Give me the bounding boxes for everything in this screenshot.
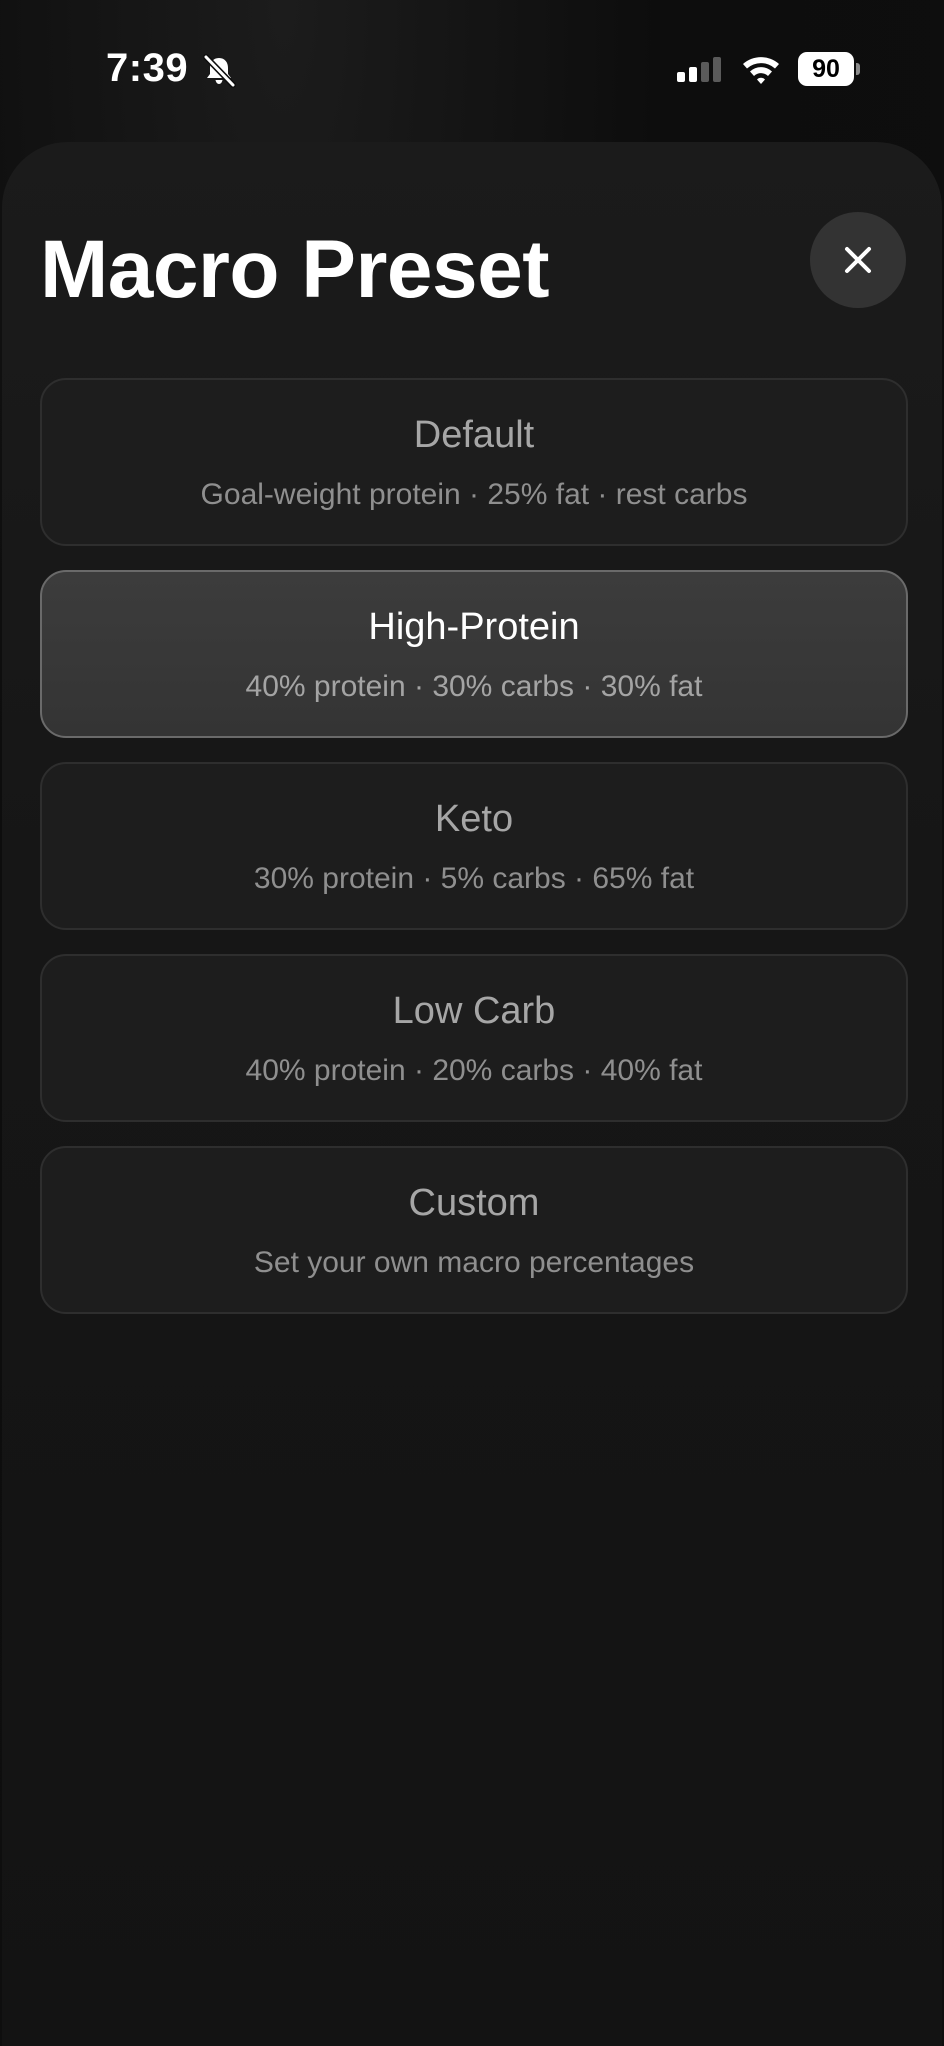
battery-cap [856, 63, 860, 75]
preset-title: High-Protein [368, 606, 580, 648]
status-time: 7:39 [106, 46, 189, 90]
screen: 7:39 90 Macro Preset Default Goal-weight… [0, 0, 944, 2046]
bell-slash-icon [203, 54, 236, 88]
preset-description: 40% protein · 20% carbs · 40% fat [245, 1054, 703, 1087]
close-button[interactable] [810, 212, 906, 308]
close-icon [845, 247, 871, 273]
preset-option-custom[interactable]: Custom Set your own macro percentages [40, 1146, 908, 1314]
battery-level: 90 [798, 52, 854, 86]
preset-description: Set your own macro percentages [253, 1246, 695, 1279]
wifi-icon [743, 57, 779, 84]
preset-option-high-protein[interactable]: High-Protein 40% protein · 30% carbs · 3… [40, 570, 908, 738]
macro-preset-sheet: Macro Preset Default Goal-weight protein… [2, 142, 942, 2046]
preset-title: Keto [434, 798, 514, 840]
preset-option-keto[interactable]: Keto 30% protein · 5% carbs · 65% fat [40, 762, 908, 930]
preset-title: Custom [408, 1182, 540, 1224]
cellular-signal-icon [677, 57, 721, 82]
preset-title: Default [413, 414, 535, 456]
preset-description: 30% protein · 5% carbs · 65% fat [253, 862, 695, 895]
preset-description: 40% protein · 30% carbs · 30% fat [245, 670, 703, 703]
preset-title: Low Carb [392, 990, 556, 1032]
battery-icon: 90 [798, 52, 860, 86]
preset-list: Default Goal-weight protein · 25% fat · … [40, 378, 908, 1338]
preset-description: Goal-weight protein · 25% fat · rest car… [200, 478, 748, 511]
preset-option-low-carb[interactable]: Low Carb 40% protein · 20% carbs · 40% f… [40, 954, 908, 1122]
page-title: Macro Preset [40, 224, 550, 315]
preset-option-default[interactable]: Default Goal-weight protein · 25% fat · … [40, 378, 908, 546]
status-bar: 7:39 90 [0, 0, 944, 140]
